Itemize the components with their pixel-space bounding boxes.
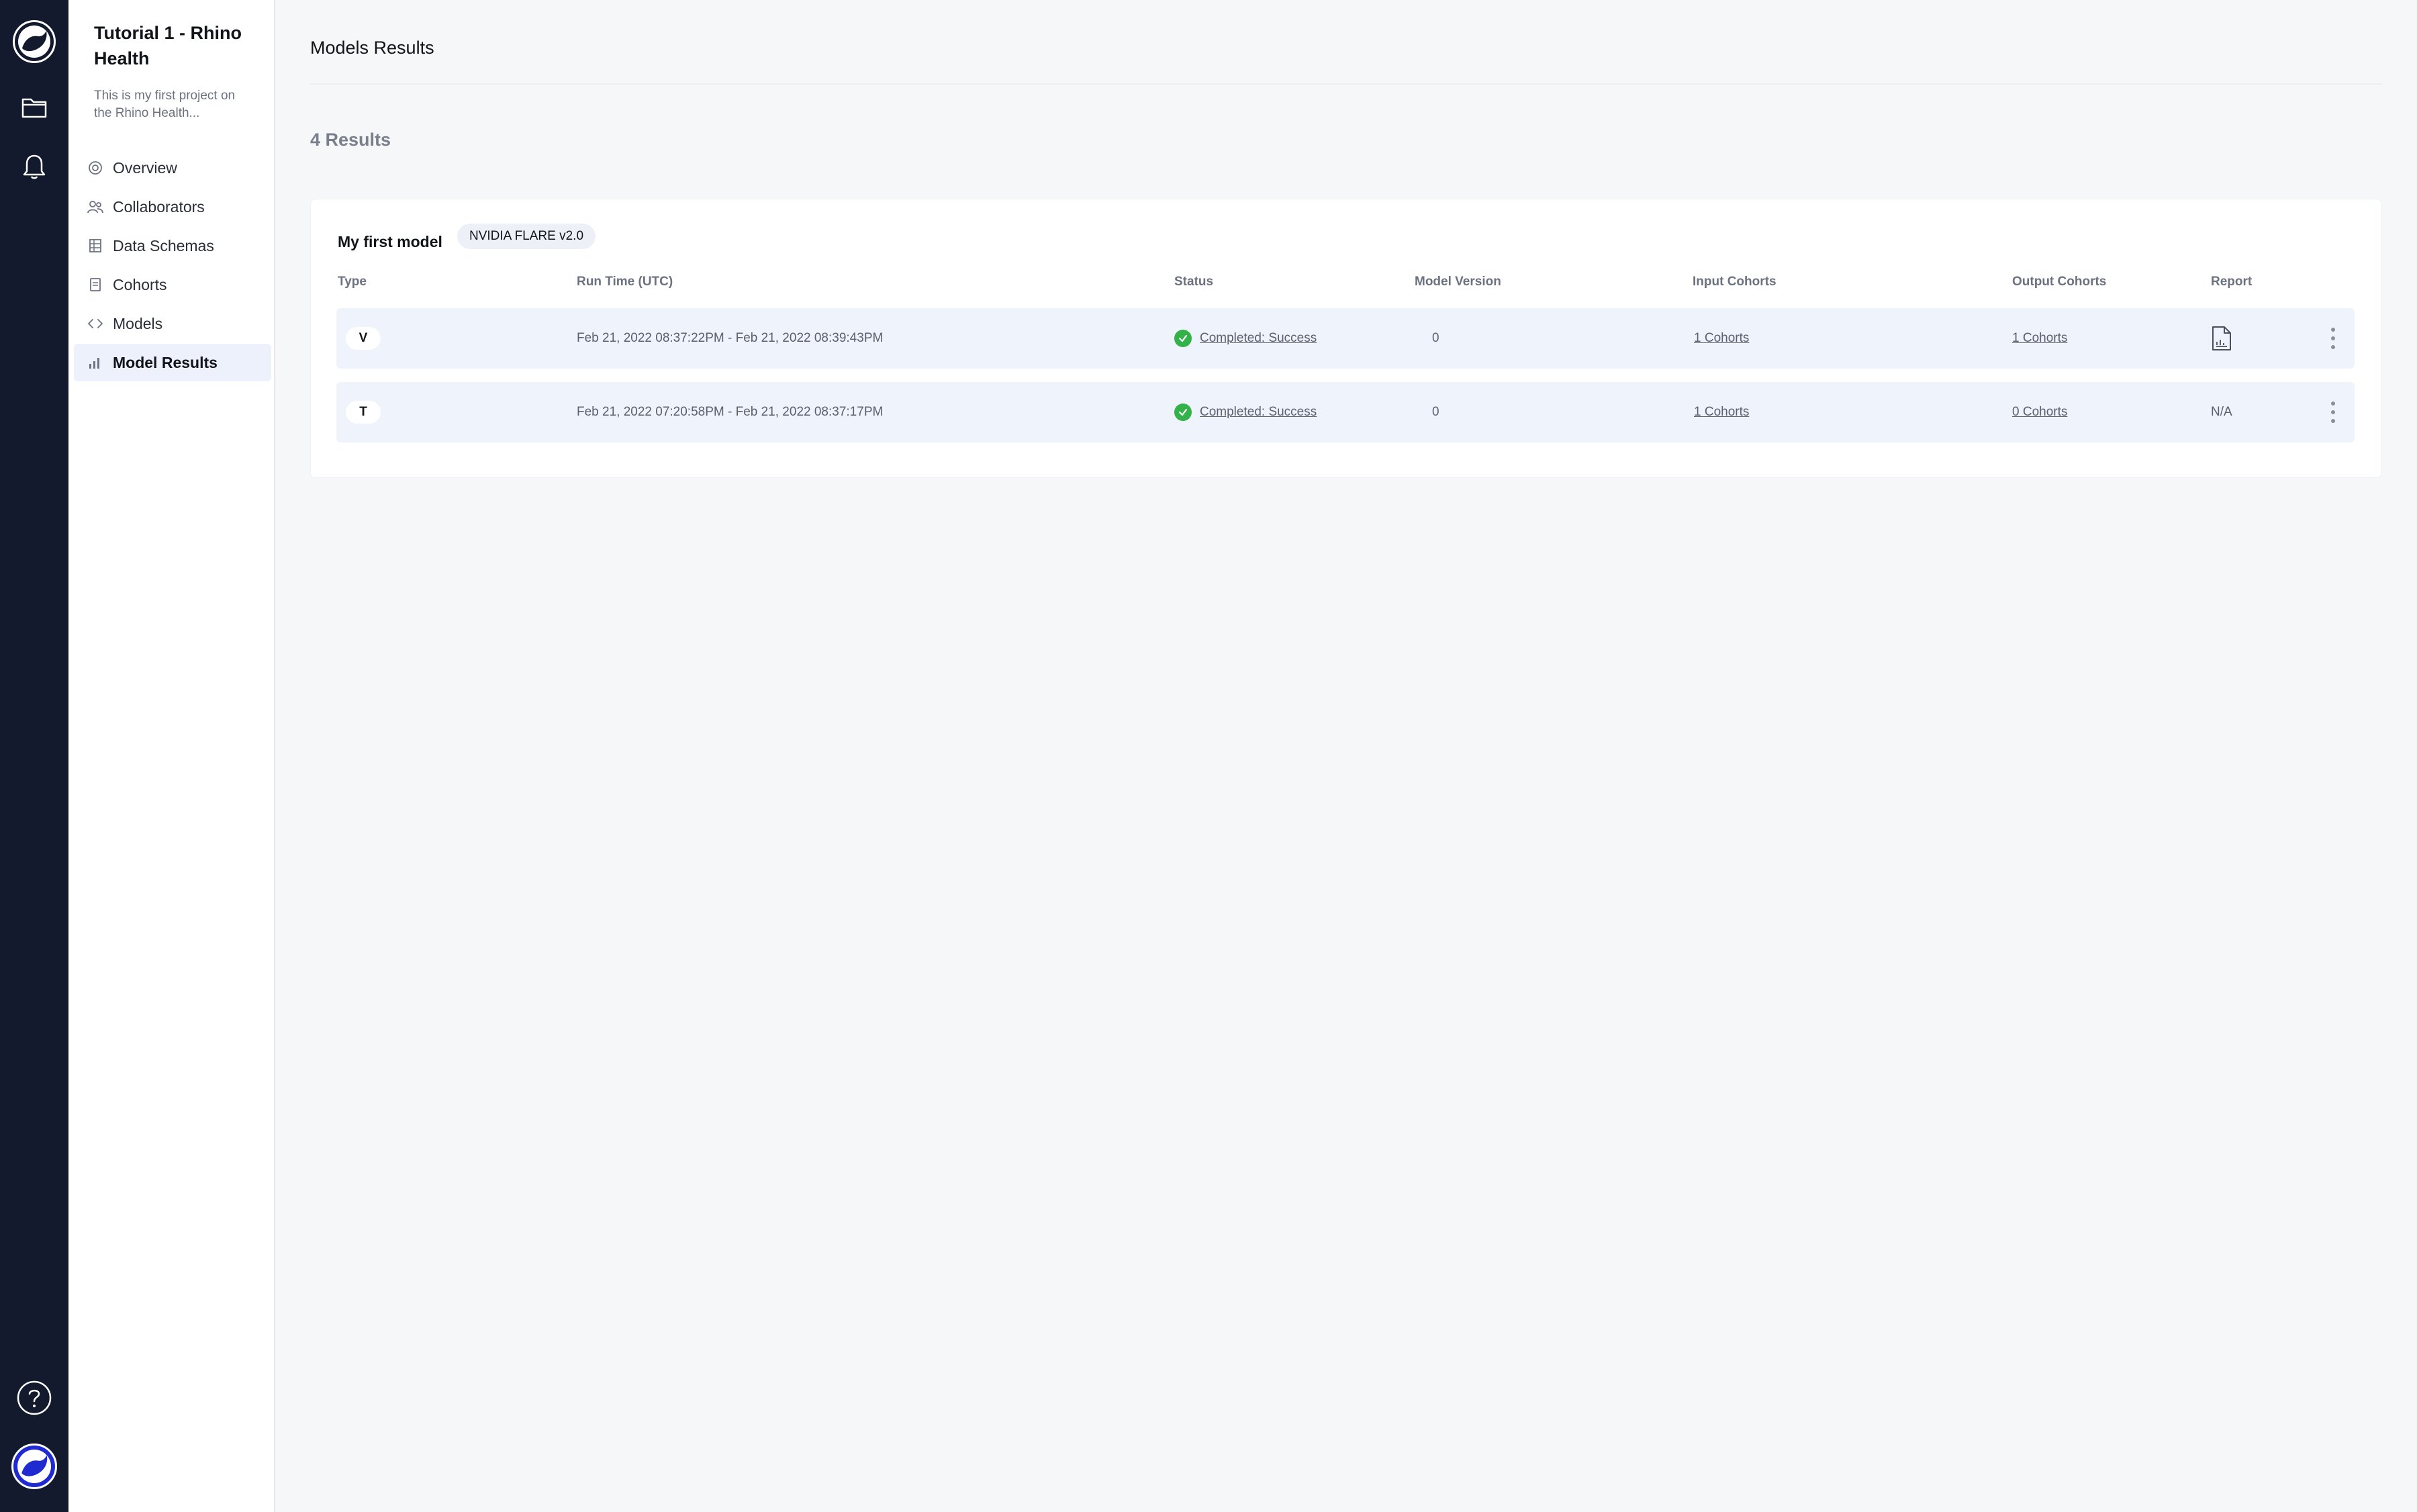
output-cohorts-link[interactable]: 1 Cohorts xyxy=(2012,331,2067,346)
report-file-icon[interactable] xyxy=(2211,326,2232,351)
run-time: Feb 21, 2022 08:37:22PM - Feb 21, 2022 0… xyxy=(577,331,884,345)
model-version: 0 xyxy=(1432,405,1439,419)
sidebar-item-label: Data Schemas xyxy=(113,236,214,254)
sidebar-item-cohorts[interactable]: Cohorts xyxy=(74,266,271,303)
column-header-model-version: Model Version xyxy=(1415,275,1501,289)
model-results-card: My first model NVIDIA FLARE v2.0 Type Ru… xyxy=(310,199,2382,478)
table-row[interactable]: T Feb 21, 2022 07:20:58PM - Feb 21, 2022… xyxy=(336,382,2355,442)
model-name[interactable]: My first model xyxy=(338,233,442,251)
notifications-button[interactable] xyxy=(0,136,68,197)
overview-icon xyxy=(87,160,103,176)
report-value: N/A xyxy=(2211,405,2232,419)
results-count: 4 Results xyxy=(310,130,391,150)
status-link[interactable]: Completed: Success xyxy=(1200,405,1317,420)
projects-button[interactable] xyxy=(0,77,68,138)
sidebar-item-collaborators[interactable]: Collaborators xyxy=(74,188,271,226)
sidebar-item-model-results[interactable]: Model Results xyxy=(74,344,271,381)
project-title: Tutorial 1 - Rhino Health xyxy=(94,23,242,68)
folder-icon xyxy=(21,98,47,118)
cohorts-icon xyxy=(87,277,103,293)
avatar xyxy=(11,1444,57,1489)
help-button[interactable] xyxy=(0,1367,68,1429)
input-cohorts-link[interactable]: 1 Cohorts xyxy=(1694,405,1749,420)
logo-icon xyxy=(13,20,56,63)
bell-icon xyxy=(23,154,46,179)
run-time: Feb 21, 2022 07:20:58PM - Feb 21, 2022 0… xyxy=(577,405,884,419)
type-pill: T xyxy=(346,401,381,424)
project-sidebar: Tutorial 1 - Rhino Health This is my fir… xyxy=(68,0,275,1512)
bar-chart-icon xyxy=(87,355,103,371)
sidebar-item-data-schemas[interactable]: Data Schemas xyxy=(74,227,271,265)
sidebar-item-models[interactable]: Models xyxy=(74,305,271,342)
type-pill: V xyxy=(346,327,381,350)
success-check-icon xyxy=(1174,404,1192,421)
column-header-status: Status xyxy=(1174,275,1214,289)
more-options-icon[interactable] xyxy=(2326,401,2340,423)
sidebar-item-label: Models xyxy=(113,314,163,332)
header-divider xyxy=(310,83,2382,85)
user-avatar-button[interactable] xyxy=(0,1435,68,1497)
column-header-report: Report xyxy=(2211,275,2253,289)
code-icon xyxy=(87,316,103,332)
main-content: Models Results 4 Results My first model … xyxy=(310,0,2382,1512)
output-cohorts-link[interactable]: 0 Cohorts xyxy=(2012,405,2067,420)
sidebar-item-label: Cohorts xyxy=(113,275,167,293)
sidebar-item-label: Overview xyxy=(113,158,177,177)
input-cohorts-link[interactable]: 1 Cohorts xyxy=(1694,331,1749,346)
project-nav: Overview Collaborators Data Schemas Coho… xyxy=(74,149,271,383)
more-options-icon[interactable] xyxy=(2326,328,2340,349)
logo-button[interactable] xyxy=(0,11,68,73)
data-schemas-icon xyxy=(87,238,103,254)
sidebar-item-label: Collaborators xyxy=(113,197,205,216)
column-header-output-cohorts: Output Cohorts xyxy=(2012,275,2107,289)
collaborators-icon xyxy=(87,199,103,215)
success-check-icon xyxy=(1174,330,1192,347)
page-title: Models Results xyxy=(310,38,434,58)
help-icon xyxy=(17,1380,52,1415)
column-header-run-time: Run Time (UTC) xyxy=(577,275,673,289)
status-link[interactable]: Completed: Success xyxy=(1200,331,1317,346)
model-version: 0 xyxy=(1432,331,1439,345)
sidebar-item-overview[interactable]: Overview xyxy=(74,149,271,187)
sidebar-item-label: Model Results xyxy=(113,353,218,371)
model-type-badge: NVIDIA FLARE v2.0 xyxy=(457,224,596,249)
column-header-input-cohorts: Input Cohorts xyxy=(1693,275,1776,289)
icon-rail xyxy=(0,0,68,1512)
table-row[interactable]: V Feb 21, 2022 08:37:22PM - Feb 21, 2022… xyxy=(336,308,2355,369)
column-header-type: Type xyxy=(338,275,367,289)
project-description: This is my first project on the Rhino He… xyxy=(94,89,236,120)
